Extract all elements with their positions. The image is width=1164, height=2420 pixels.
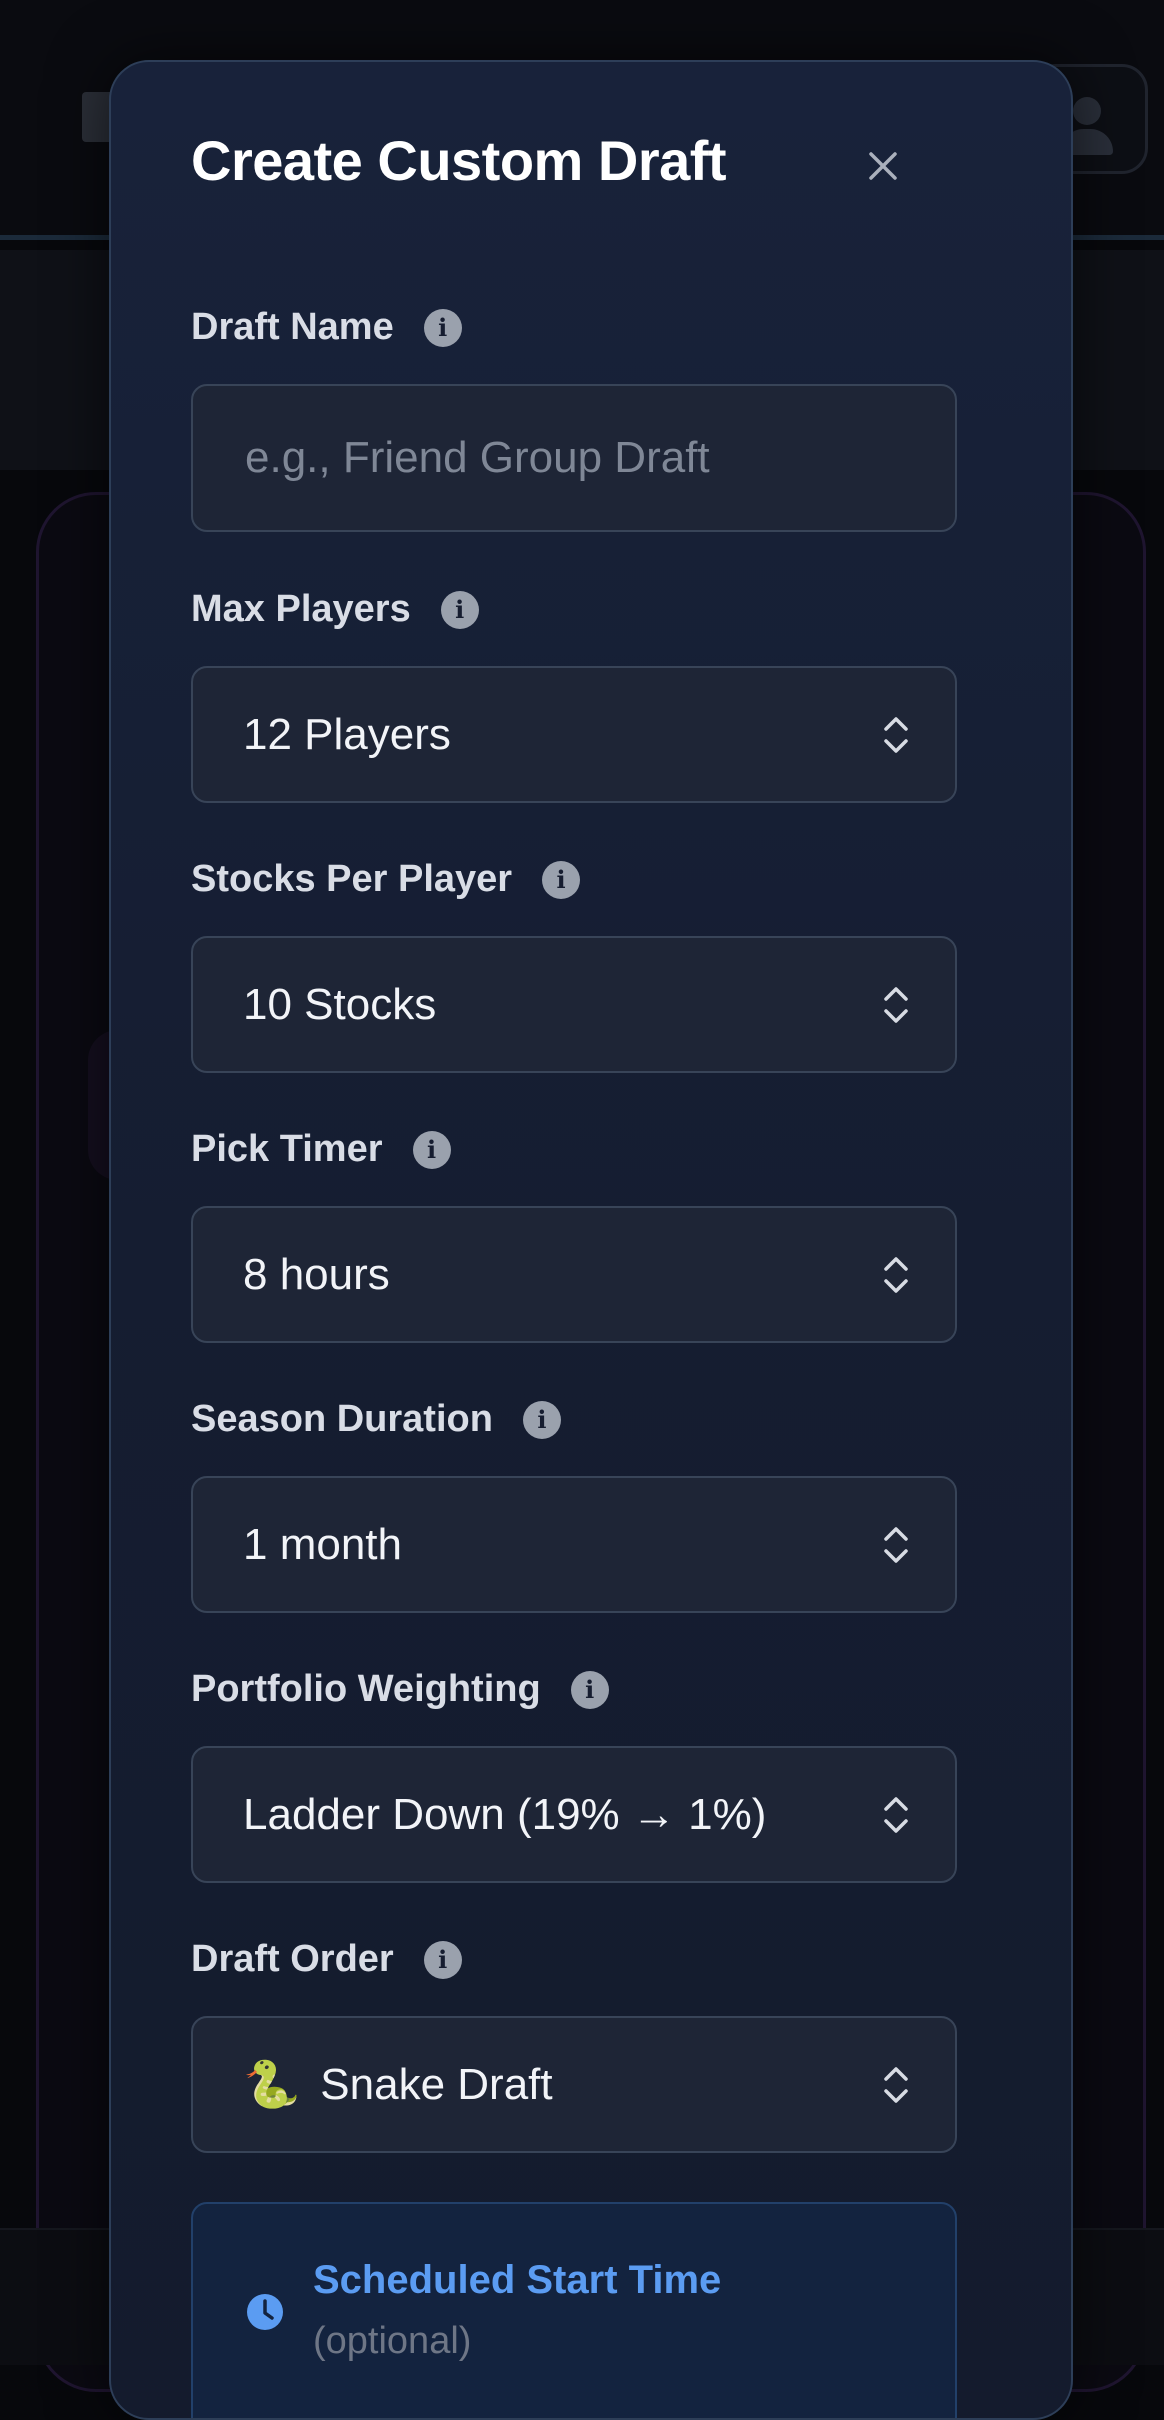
draft-order-select[interactable]: 🐍 Snake Draft <box>191 2016 957 2153</box>
scheduled-start-section[interactable]: Scheduled Start Time (optional) <box>191 2202 957 2418</box>
draft-name-field[interactable] <box>191 384 957 532</box>
stocks-per-player-label: Stocks Per Player i <box>191 858 581 901</box>
snake-icon: 🐍 <box>243 2057 301 2111</box>
chevron-up-down-icon <box>884 986 908 1023</box>
pick-timer-select[interactable]: 8 hours <box>191 1206 957 1343</box>
portfolio-weighting-value: Ladder Down (19% → 1%) <box>243 1789 767 1839</box>
draft-name-input[interactable] <box>243 386 955 530</box>
info-icon[interactable]: i <box>412 1130 451 1169</box>
chevron-up-down-icon <box>884 1796 908 1833</box>
draft-name-label: Draft Name i <box>191 306 462 349</box>
season-duration-label: Season Duration i <box>191 1398 561 1441</box>
create-draft-modal: Create Custom Draft Draft Name i Max Pla… <box>109 60 1073 2420</box>
draft-order-label: Draft Order i <box>191 1938 462 1981</box>
modal-title: Create Custom Draft <box>191 129 727 192</box>
max-players-label: Max Players i <box>191 588 479 631</box>
info-icon[interactable]: i <box>423 1940 462 1979</box>
clock-icon <box>247 2294 283 2330</box>
user-icon <box>1073 97 1101 125</box>
scheduled-start-title: Scheduled Start Time <box>313 2258 722 2302</box>
info-icon[interactable]: i <box>423 308 462 347</box>
max-players-value: 12 Players <box>243 709 451 759</box>
chevron-up-down-icon <box>884 716 908 753</box>
info-icon[interactable]: i <box>570 1670 609 1709</box>
info-icon[interactable]: i <box>542 860 581 899</box>
portfolio-weighting-label: Portfolio Weighting i <box>191 1668 609 1711</box>
info-icon[interactable]: i <box>522 1400 561 1439</box>
stocks-per-player-select[interactable]: 10 Stocks <box>191 936 957 1073</box>
info-icon[interactable]: i <box>440 590 479 629</box>
close-button[interactable] <box>851 134 915 198</box>
chevron-up-down-icon <box>884 1256 908 1293</box>
draft-order-value: Snake Draft <box>320 2059 553 2109</box>
season-duration-value: 1 month <box>243 1519 402 1569</box>
max-players-select[interactable]: 12 Players <box>191 666 957 803</box>
chevron-up-down-icon <box>884 1526 908 1563</box>
chevron-up-down-icon <box>884 2066 908 2103</box>
pick-timer-label: Pick Timer i <box>191 1128 451 1171</box>
season-duration-select[interactable]: 1 month <box>191 1476 957 1613</box>
close-icon <box>869 152 897 180</box>
pick-timer-value: 8 hours <box>243 1249 390 1299</box>
portfolio-weighting-select[interactable]: Ladder Down (19% → 1%) <box>191 1746 957 1883</box>
scheduled-start-optional: (optional) <box>313 2320 472 2362</box>
stocks-per-player-value: 10 Stocks <box>243 979 437 1029</box>
